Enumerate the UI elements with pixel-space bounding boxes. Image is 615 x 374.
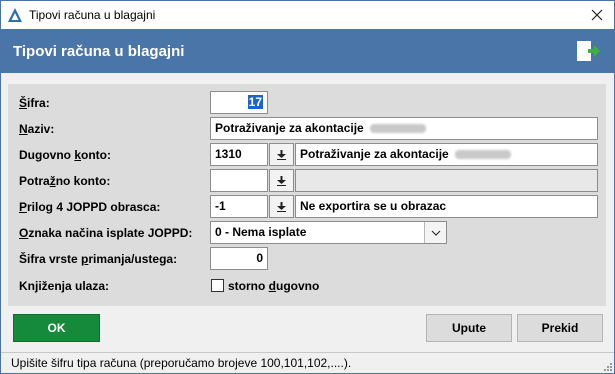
prilog-joppd-name: Ne exportira se u obrazac	[295, 195, 598, 218]
dialog-window: Tipovi računa u blagajni Tipovi računa u…	[0, 0, 615, 374]
sifra-vrste-field[interactable]: 0	[210, 247, 268, 270]
status-text: Upišite šifru tipa računa (preporučamo b…	[11, 356, 352, 370]
download-arrow-icon	[277, 149, 286, 160]
naziv-field[interactable]: Potraživanje za akontacije	[210, 117, 598, 140]
sifra-vrste-label: Šifra vrste primanja/ustega:	[19, 252, 178, 266]
upute-button[interactable]: Upute	[426, 314, 512, 342]
prilog-joppd-code[interactable]: -1	[210, 195, 268, 218]
prilog-joppd-label: Prilog 4 JOPPD obrasca:	[19, 200, 161, 214]
oznaka-isplate-select[interactable]: 0 - Nema isplate	[210, 221, 447, 244]
row-naziv: Naziv: Potraživanje za akontacije	[8, 117, 606, 141]
row-knjizenja-ulaza: Knjiženja ulaza: storno dugovno	[8, 274, 606, 298]
row-sifra: Šifra: 17	[8, 91, 606, 115]
potrazno-lookup-button[interactable]	[269, 169, 294, 192]
page-title: Tipovi računa u blagajni	[13, 42, 185, 60]
row-sifra-vrste: Šifra vrste primanja/ustega: 0	[8, 247, 606, 271]
potrazno-konto-name	[295, 169, 598, 192]
sifra-label: Šifra:	[19, 96, 50, 110]
storno-dugovno-checkbox[interactable]	[211, 279, 224, 292]
prekid-button[interactable]: Prekid	[517, 314, 603, 342]
status-bar: Upišite šifru tipa računa (preporučamo b…	[1, 352, 614, 373]
app-logo-icon	[8, 8, 22, 22]
storno-dugovno-label[interactable]: storno dugovno	[228, 279, 319, 293]
dugovno-konto-label: Dugovno konto:	[19, 148, 111, 162]
dugovno-lookup-button[interactable]	[269, 143, 294, 166]
dugovno-konto-name: Potraživanje za akontacije	[295, 143, 598, 166]
close-icon	[591, 9, 603, 21]
row-dugovno-konto: Dugovno konto: 1310 Potraživanje za akon…	[8, 143, 606, 167]
button-bar: OK Upute Prekid	[1, 306, 614, 352]
close-button[interactable]	[586, 5, 608, 25]
sifra-field[interactable]: 17	[210, 91, 268, 114]
dugovno-konto-code[interactable]: 1310	[210, 143, 268, 166]
resize-grip-icon[interactable]	[602, 361, 612, 371]
window-title: Tipovi računa u blagajni	[29, 8, 156, 22]
ok-button[interactable]: OK	[13, 314, 100, 342]
row-oznaka-isplate: Oznaka načina isplate JOPPD: 0 - Nema is…	[8, 221, 606, 245]
potrazno-konto-label: Potražno konto:	[19, 174, 111, 188]
potrazno-konto-code[interactable]	[210, 169, 268, 192]
row-potrazno-konto: Potražno konto:	[8, 169, 606, 193]
chevron-down-icon[interactable]	[424, 222, 446, 243]
download-arrow-icon	[277, 175, 286, 186]
header-banner: Tipovi računa u blagajni	[1, 29, 614, 73]
prilog-lookup-button[interactable]	[269, 195, 294, 218]
knjizenja-ulaza-label: Knjiženja ulaza:	[19, 279, 110, 293]
naziv-label: Naziv:	[19, 122, 55, 136]
row-prilog-joppd: Prilog 4 JOPPD obrasca: -1 Ne exportira …	[8, 195, 606, 219]
download-arrow-icon	[277, 201, 286, 212]
title-bar: Tipovi računa u blagajni	[1, 1, 614, 29]
exit-door-icon[interactable]	[576, 40, 600, 62]
oznaka-isplate-label: Oznaka načina isplate JOPPD:	[19, 226, 193, 240]
form-panel: Šifra: 17 Naziv: Potraživanje za akontac…	[8, 84, 606, 306]
